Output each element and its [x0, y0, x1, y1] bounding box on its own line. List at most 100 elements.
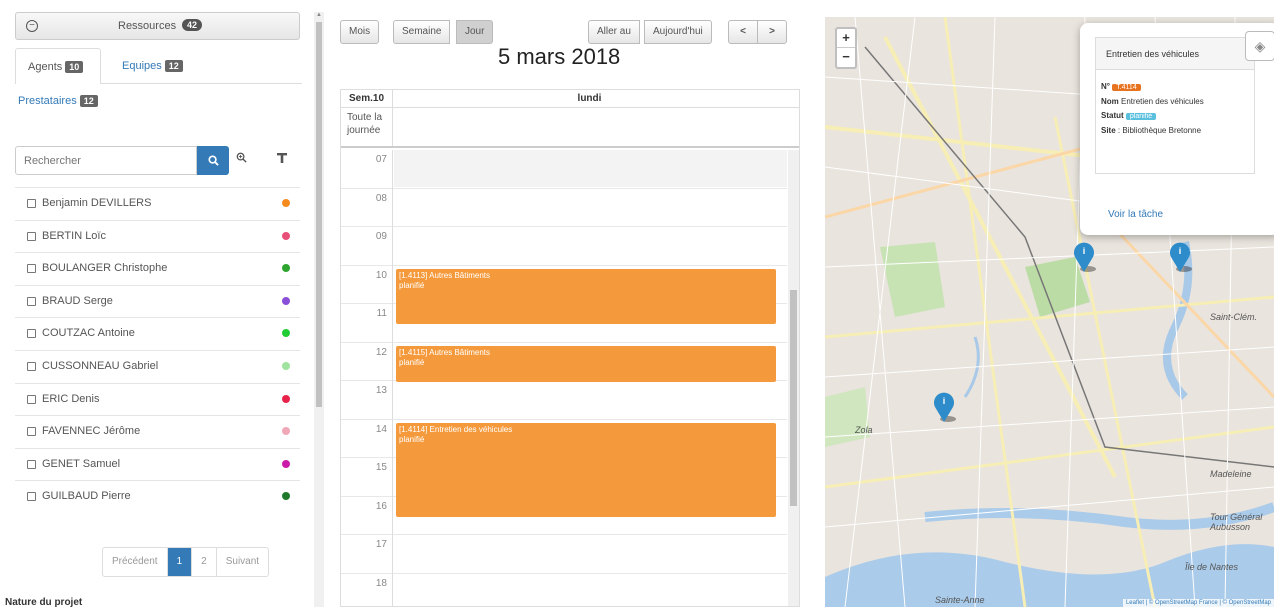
zoom-in-icon — [236, 152, 247, 163]
hour-label: 16 — [341, 496, 393, 535]
time-slot[interactable]: 09 — [341, 227, 787, 266]
agent-checkbox[interactable] — [27, 459, 36, 469]
popup-statut-label: Statut — [1101, 111, 1124, 120]
agent-checkbox[interactable] — [27, 329, 36, 339]
map-attribution[interactable]: Leaflet | © OpenStreetMap France | © Ope… — [1122, 599, 1274, 607]
map-marker[interactable]: i — [931, 389, 957, 423]
map-place-label: Zola — [855, 425, 873, 435]
time-slot[interactable]: 07 — [341, 150, 787, 189]
time-slot[interactable]: 18 — [341, 573, 787, 606]
agent-checkbox[interactable] — [27, 361, 36, 371]
pagination-page-2[interactable]: 2 — [192, 548, 217, 576]
pagination-page-1[interactable]: 1 — [167, 548, 193, 576]
hour-label: 15 — [341, 458, 393, 497]
time-slot[interactable]: 17 — [341, 535, 787, 574]
prev-day-button[interactable]: < — [728, 20, 758, 44]
view-month-button[interactable]: Mois — [340, 20, 380, 44]
agent-checkbox[interactable] — [27, 394, 36, 404]
collapse-icon[interactable]: − — [26, 20, 38, 32]
agent-row[interactable]: GENET Samuel — [15, 447, 300, 481]
time-slot[interactable]: 08 — [341, 188, 787, 227]
svg-text:i: i — [943, 396, 946, 406]
tab-equipes[interactable]: Equipes 12 — [122, 60, 183, 72]
event-title: [1.4114] Entretien des véhicules — [399, 424, 513, 434]
next-day-button[interactable]: > — [757, 20, 787, 44]
left-scrollbar[interactable]: ▲ — [314, 12, 324, 607]
week-number-label: Sem.10 — [341, 90, 393, 108]
allday-label: Toute la journée — [341, 108, 393, 146]
left-scroll-thumb[interactable] — [316, 22, 322, 407]
agent-color-dot — [282, 231, 290, 240]
map[interactable]: + − i i i Entretien des véhicules N° T.4… — [825, 17, 1274, 607]
popup-site-label: Site — [1101, 126, 1116, 135]
agent-row[interactable]: Benjamin DEVILLERS — [15, 187, 300, 220]
svg-text:i: i — [1179, 246, 1182, 256]
agent-row[interactable]: CUSSONNEAU Gabriel — [15, 349, 300, 383]
event-title: [1.4113] Autres Bâtiments — [399, 270, 491, 280]
tab-equipes-count: 12 — [164, 60, 183, 72]
tabs-divider — [101, 83, 302, 84]
scroll-up-icon[interactable]: ▲ — [316, 12, 322, 18]
layers-control[interactable]: ◈ — [1245, 31, 1274, 61]
calendar-event[interactable]: [1.4113] Autres Bâtiments planifié — [396, 268, 776, 325]
zoom-in-button[interactable]: + — [837, 29, 855, 48]
calendar-event[interactable]: [1.4114] Entretien des véhicules planifié — [396, 422, 776, 517]
tab-agents[interactable]: Agents 10 — [15, 48, 101, 84]
tab-prestataires-label: Prestataires — [18, 95, 77, 107]
event-status: planifié — [399, 357, 425, 367]
hour-label: 12 — [341, 342, 393, 381]
agent-color-dot — [282, 329, 290, 338]
zoom-search-button[interactable] — [236, 152, 247, 166]
agent-row[interactable]: ERIC Denis — [15, 382, 300, 416]
pagination: Précédent 1 2 Suivant — [102, 547, 270, 577]
agent-checkbox[interactable] — [27, 264, 36, 274]
tab-equipes-label: Equipes — [122, 60, 162, 72]
agent-checkbox[interactable] — [27, 199, 36, 208]
hour-label: 07 — [341, 150, 393, 189]
goto-date-button[interactable]: Aller au — [588, 20, 640, 44]
calendar-event[interactable]: [1.4115] Autres Bâtiments planifié — [396, 345, 776, 382]
agent-row[interactable]: BRAUD Serge — [15, 284, 300, 318]
agent-checkbox[interactable] — [27, 231, 36, 241]
search-icon — [207, 155, 219, 166]
search-input[interactable] — [15, 146, 197, 175]
tab-prestataires[interactable]: Prestataires 12 — [18, 95, 98, 107]
agent-checkbox[interactable] — [27, 492, 36, 502]
map-zoom-control: + − — [835, 27, 857, 69]
hour-label: 18 — [341, 573, 393, 606]
pagination-next[interactable]: Suivant — [217, 548, 268, 576]
agent-row[interactable]: BOULANGER Christophe — [15, 252, 300, 285]
agent-name: CUSSONNEAU Gabriel — [42, 359, 159, 372]
view-day-button[interactable]: Jour — [456, 20, 494, 44]
hour-label: 17 — [341, 535, 393, 574]
map-marker[interactable]: i — [1167, 239, 1193, 273]
resources-header[interactable]: − Ressources 42 — [15, 12, 300, 40]
map-marker[interactable]: i — [1071, 239, 1097, 273]
agent-color-dot — [282, 394, 290, 403]
pagination-prev[interactable]: Précédent — [103, 548, 168, 576]
map-marker-icon: i — [1074, 242, 1096, 272]
event-title: [1.4115] Autres Bâtiments — [399, 347, 491, 357]
zoom-out-button[interactable]: − — [837, 48, 855, 67]
filter-button[interactable] — [277, 152, 287, 166]
svg-text:i: i — [1083, 246, 1086, 256]
calendar-header-row: Sem.10 lundi — [341, 90, 799, 108]
agent-row[interactable]: GUILBAUD Pierre — [15, 480, 300, 513]
search-button[interactable] — [197, 146, 229, 175]
calendar-scrollbar[interactable] — [788, 150, 799, 606]
today-button[interactable]: Aujourd'hui — [644, 20, 712, 44]
time-slot[interactable]: 13 — [341, 381, 787, 420]
agent-name: FAVENNEC Jérôme — [42, 425, 141, 438]
tab-agents-label: Agents — [28, 61, 63, 73]
agent-row[interactable]: FAVENNEC Jérôme — [15, 415, 300, 448]
time-slots[interactable]: 07 08 09 10 11 12 13 14 15 16 17 18 [1.4113] Autres … — [341, 150, 799, 606]
allday-row[interactable]: Toute la journée — [341, 108, 799, 148]
agent-row[interactable]: COUTZAC Antoine — [15, 317, 300, 350]
agent-checkbox[interactable] — [27, 296, 36, 306]
view-week-button[interactable]: Semaine — [393, 20, 451, 44]
popup-details: N° T.4114 Nom Entretien des véhicules St… — [1095, 70, 1255, 174]
calendar-scroll-thumb[interactable] — [790, 290, 797, 506]
popup-view-task-link[interactable]: Voir la tâche — [1108, 209, 1163, 220]
agent-row[interactable]: BERTIN Loïc — [15, 219, 300, 253]
agent-checkbox[interactable] — [27, 427, 36, 437]
